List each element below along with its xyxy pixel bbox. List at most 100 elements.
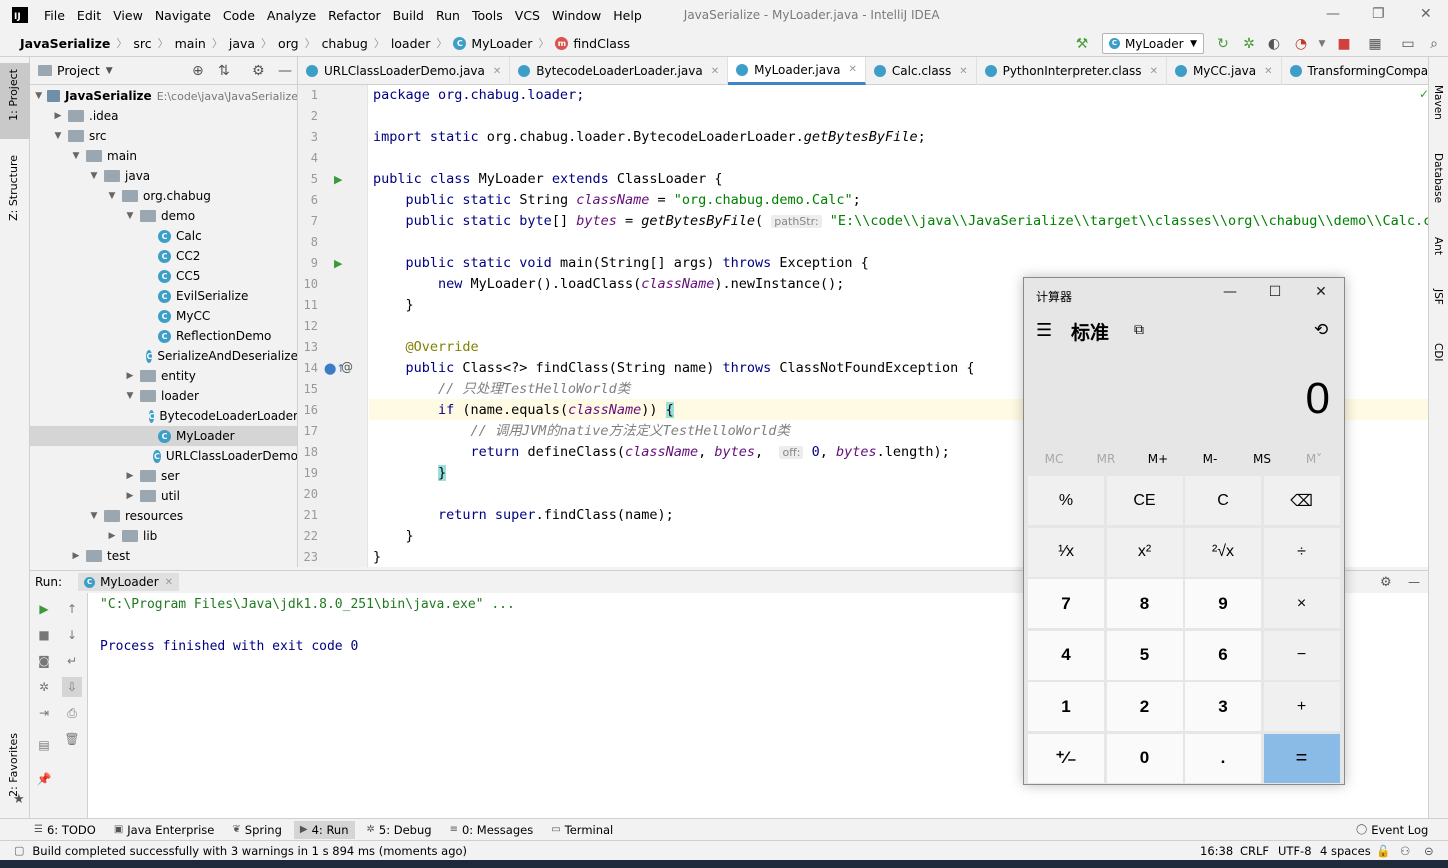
tree-item[interactable]: ▶ entity xyxy=(30,366,297,386)
editor-tab[interactable]: MyCC.java ✕ xyxy=(1167,57,1282,85)
chevron-right-icon[interactable]: ▶ xyxy=(124,371,136,381)
menu-vcs[interactable]: VCS xyxy=(509,8,546,23)
tree-item[interactable]: C ReflectionDemo xyxy=(30,326,297,346)
close-icon[interactable]: ✕ xyxy=(493,66,501,77)
calc-key[interactable]: ⌫ xyxy=(1263,476,1340,525)
menu-tools[interactable]: Tools xyxy=(466,8,509,23)
tool-tab-spring[interactable]: ❦ Spring xyxy=(226,821,288,839)
editor-tab[interactable]: BytecodeLoaderLoader.java ✕ xyxy=(510,57,729,85)
calc-key[interactable]: 4 xyxy=(1028,630,1104,680)
tree-item[interactable]: C BytecodeLoaderLoader xyxy=(30,406,297,426)
tree-item[interactable]: ▼ java xyxy=(30,166,297,186)
arrow-up-icon[interactable]: ↑ xyxy=(64,601,80,617)
chevron-right-icon[interactable]: ▶ xyxy=(124,491,136,501)
status-message[interactable]: Build completed successfully with 3 warn… xyxy=(32,844,467,858)
tool-tab-cdi[interactable]: CDI xyxy=(1432,343,1444,362)
chevron-down-icon[interactable]: ▼ xyxy=(52,131,64,141)
calc-key[interactable]: = xyxy=(1263,733,1340,783)
calc-key[interactable]: 3 xyxy=(1185,682,1261,731)
gear-icon[interactable]: ⚙ xyxy=(252,63,265,79)
collapse-all-icon[interactable]: ⇅ xyxy=(218,63,230,79)
close-icon[interactable]: ✕ xyxy=(711,66,719,77)
close-icon[interactable]: ✕ xyxy=(959,66,967,77)
menu-file[interactable]: File xyxy=(38,8,71,23)
run-gutter-icon[interactable]: ▶ xyxy=(334,173,342,186)
crumb-src[interactable]: src xyxy=(133,36,151,51)
chevron-down-icon[interactable]: ▼ xyxy=(1314,36,1330,52)
menu-analyze[interactable]: Analyze xyxy=(261,8,322,23)
trash-icon[interactable]: 🗑 xyxy=(64,731,80,747)
tree-item[interactable]: ▶ ser xyxy=(30,466,297,486)
tree-item[interactable]: ▼ resources xyxy=(30,506,297,526)
close-icon[interactable]: ✕ xyxy=(1264,66,1272,77)
menu-window[interactable]: Window xyxy=(546,8,607,23)
calc-key[interactable]: − xyxy=(1263,630,1340,680)
editor-tab[interactable]: Calc.class ✕ xyxy=(866,57,977,85)
tree-item[interactable]: C MyCC xyxy=(30,306,297,326)
crumb-main[interactable]: main xyxy=(175,36,206,51)
calc-key[interactable]: ¹⁄x xyxy=(1028,527,1104,577)
calc-key[interactable]: ⁺⁄₋ xyxy=(1028,733,1104,783)
memory-icon[interactable]: ⊝ xyxy=(1424,844,1434,858)
run-tab[interactable]: C MyLoader ✕ xyxy=(78,573,180,591)
calc-key[interactable]: 8 xyxy=(1106,579,1183,628)
menu-help[interactable]: Help xyxy=(607,8,648,23)
minimize-icon[interactable]: — xyxy=(1219,284,1241,300)
calc-key[interactable]: 2 xyxy=(1106,682,1183,731)
line-separator[interactable]: CRLF xyxy=(1240,844,1269,858)
menu-code[interactable]: Code xyxy=(217,8,261,23)
run-gutter-icon[interactable]: ▶ xyxy=(334,257,342,270)
calc-key[interactable]: 1 xyxy=(1028,682,1104,731)
file-encoding[interactable]: UTF-8 xyxy=(1278,844,1312,858)
menu-view[interactable]: View xyxy=(107,8,149,23)
tool-tab-run[interactable]: ▶ 4: Run xyxy=(293,820,355,839)
crumb-chabug[interactable]: chabug xyxy=(322,36,368,51)
editor-tab[interactable]: MyLoader.java ✕ xyxy=(728,57,866,85)
editor-tab[interactable]: PythonInterpreter.class ✕ xyxy=(977,57,1167,85)
menu-edit[interactable]: Edit xyxy=(71,8,107,23)
crumb-org[interactable]: org xyxy=(278,36,299,51)
memory-button[interactable]: MS xyxy=(1236,452,1288,466)
tool-tab-database[interactable]: Database xyxy=(1432,153,1444,203)
close-icon[interactable]: ✕ xyxy=(165,577,173,588)
indent-setting[interactable]: 4 spaces xyxy=(1320,844,1371,858)
restore-layout-icon[interactable]: ✲ xyxy=(36,679,52,695)
soft-wrap-icon[interactable]: ↵ xyxy=(64,653,80,669)
chevron-down-icon[interactable]: ▼ xyxy=(106,66,113,76)
tool-tab-favorites[interactable]: 2: Favorites xyxy=(7,733,20,797)
rerun-icon[interactable]: ▶ xyxy=(36,601,52,617)
chevron-right-icon[interactable]: ▶ xyxy=(124,471,136,481)
tree-item[interactable]: ▶ lib xyxy=(30,526,297,546)
chevron-right-icon[interactable]: ▶ xyxy=(52,111,64,121)
hide-icon[interactable]: — xyxy=(278,63,292,79)
chevron-down-icon[interactable]: ▼ xyxy=(124,211,136,221)
calc-key[interactable]: 0 xyxy=(1106,733,1183,783)
tool-tab-ant[interactable]: Ant xyxy=(1432,237,1444,255)
layout-icon[interactable]: ▭ xyxy=(1400,36,1416,52)
tree-item[interactable]: ▶ util xyxy=(30,486,297,506)
close-icon[interactable]: ✕ xyxy=(1310,284,1332,300)
close-icon[interactable]: ✕ xyxy=(1150,66,1158,77)
editor-tab[interactable]: URLClassLoaderDemo.java ✕ xyxy=(298,57,511,85)
project-structure-icon[interactable]: ▦ xyxy=(1367,36,1383,52)
crumb-myloader[interactable]: MyLoader xyxy=(471,36,532,51)
arrow-down-icon[interactable]: ↓ xyxy=(64,627,80,643)
menu-run[interactable]: Run xyxy=(430,8,466,23)
tool-tab-project[interactable]: 1: Project xyxy=(7,69,20,121)
tree-item[interactable]: ▼ loader xyxy=(30,386,297,406)
event-log-button[interactable]: ◯ Event Log xyxy=(1350,821,1434,839)
history-icon[interactable]: ⟲ xyxy=(1314,320,1328,340)
scroll-to-end-icon[interactable]: ⇩ xyxy=(62,677,82,697)
memory-button[interactable]: M+ xyxy=(1132,452,1184,466)
menu-navigate[interactable]: Navigate xyxy=(149,8,217,23)
tree-item[interactable]: C Calc xyxy=(30,226,297,246)
calc-key[interactable]: . xyxy=(1185,733,1261,783)
restore-icon[interactable]: ❐ xyxy=(1372,6,1385,22)
chevron-right-icon[interactable]: ▶ xyxy=(70,551,82,561)
tool-tab-jsf[interactable]: JSF xyxy=(1432,289,1444,305)
pin-icon[interactable]: 📌 xyxy=(36,771,52,787)
chevron-down-icon[interactable]: ▼ xyxy=(124,391,136,401)
camera-icon[interactable]: ◙ xyxy=(36,653,52,669)
tool-tab-java-enterprise[interactable]: ▣ Java Enterprise xyxy=(108,821,221,839)
calc-key[interactable]: 5 xyxy=(1106,630,1183,680)
